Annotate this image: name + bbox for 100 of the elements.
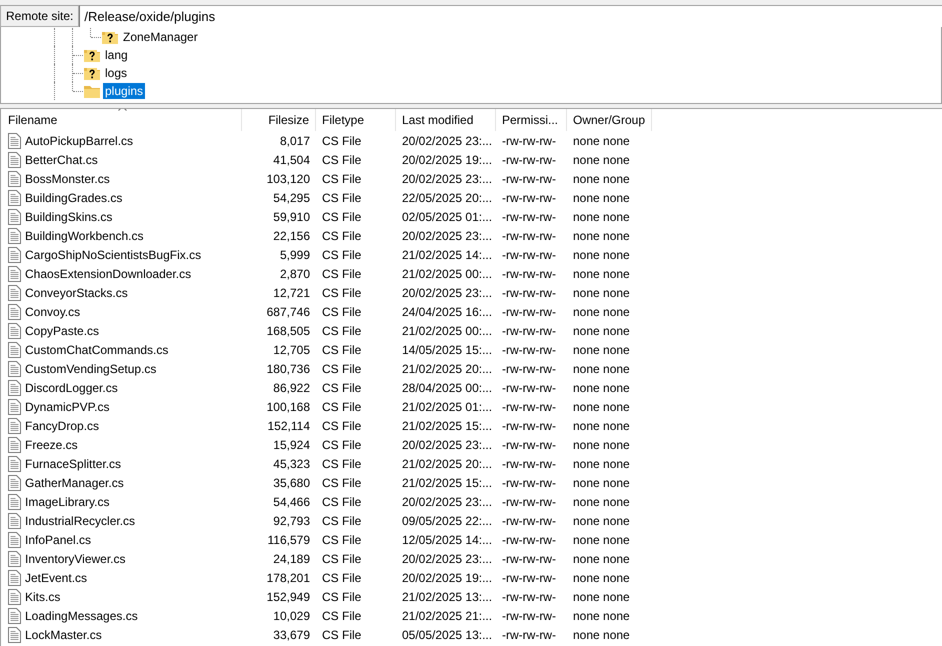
table-cell-text: -rw-rw-rw-	[501, 400, 557, 414]
file-name[interactable]: ChaosExtensionDownloader.cs	[25, 266, 192, 280]
file-name[interactable]: InventoryViewer.cs	[25, 552, 126, 566]
file-icon	[8, 304, 21, 320]
file-icon	[8, 208, 21, 224]
table-cell-text: 20/02/2025 23:...	[401, 228, 494, 242]
table-cell-text: none none	[572, 172, 631, 186]
table-cell-text: none none	[572, 210, 631, 224]
table-cell-text: -rw-rw-rw-	[501, 172, 557, 186]
file-icon	[8, 456, 21, 472]
table-cell-text: 15,924	[272, 438, 311, 452]
table-cell-text: CS File	[321, 570, 362, 584]
table-cell-text: CS File	[321, 456, 362, 470]
file-name[interactable]: CopyPaste.cs	[25, 324, 100, 338]
table-cell-text: 21/02/2025 14:...	[401, 248, 494, 262]
table-cell-text: -rw-rw-rw-	[501, 190, 557, 204]
table-cell-text: none none	[572, 438, 631, 452]
file-icon	[8, 570, 21, 586]
file-icon	[8, 380, 21, 396]
file-name[interactable]: BuildingGrades.cs	[25, 190, 122, 204]
table-cell-text: 22,156	[272, 228, 311, 242]
file-name[interactable]: ImageLibrary.cs	[25, 494, 110, 508]
table-cell-text: -rw-rw-rw-	[501, 286, 557, 300]
table-cell-text: -rw-rw-rw-	[501, 552, 557, 566]
file-name[interactable]: Freeze.cs	[25, 438, 78, 452]
table-cell-text: 687,746	[266, 304, 311, 318]
table-cell-text: -rw-rw-rw-	[501, 324, 557, 338]
file-icon	[8, 494, 21, 510]
table-cell-text: CS File	[321, 342, 362, 356]
table-cell-text: 21/02/2025 15:...	[401, 418, 494, 432]
table-cell-text: -rw-rw-rw-	[501, 266, 557, 280]
tree-item[interactable]: logs	[103, 65, 130, 81]
file-name[interactable]: FurnaceSplitter.cs	[25, 456, 122, 470]
table-cell-text: -rw-rw-rw-	[501, 418, 557, 432]
tree-item[interactable]: ZoneManager	[121, 29, 200, 45]
table-cell-text: 54,295	[272, 190, 311, 204]
table-cell-text: CS File	[321, 304, 362, 318]
table-cell-text: none none	[572, 152, 631, 166]
file-name[interactable]: GatherManager.cs	[25, 476, 124, 490]
file-name[interactable]: CustomVendingSetup.cs	[25, 362, 156, 376]
file-icon	[8, 550, 21, 566]
column-header[interactable]: Filesize	[242, 109, 316, 131]
tree-item[interactable]: lang	[103, 47, 130, 63]
table-cell-text: CS File	[321, 438, 362, 452]
remote-site-field[interactable]: /Release/oxide/plugins	[79, 5, 942, 27]
file-icon	[8, 266, 21, 282]
table-cell-text: 12,721	[272, 286, 311, 300]
table-cell-text: CS File	[321, 494, 362, 508]
table-cell-text: -rw-rw-rw-	[501, 628, 557, 642]
table-cell-text: -rw-rw-rw-	[501, 476, 557, 490]
file-icon	[8, 398, 21, 414]
file-name[interactable]: DiscordLogger.cs	[25, 380, 118, 394]
file-icon	[8, 246, 21, 262]
file-name[interactable]: JetEvent.cs	[25, 570, 88, 584]
file-name[interactable]: AutoPickupBarrel.cs	[25, 134, 134, 148]
column-header[interactable]: Permissi...	[496, 109, 567, 131]
table-cell-text: none none	[572, 532, 631, 546]
table-cell-text: 5,999	[278, 248, 311, 262]
table-cell-text: none none	[572, 190, 631, 204]
table-cell-text: 86,922	[272, 380, 311, 394]
column-header[interactable]: Filetype	[316, 109, 396, 131]
table-cell-text: none none	[572, 304, 631, 318]
table-cell-text: 2,870	[278, 266, 311, 280]
table-cell-text: -rw-rw-rw-	[501, 438, 557, 452]
table-cell-text: CS File	[321, 628, 362, 642]
table-cell-text: 103,120	[266, 172, 311, 186]
file-name[interactable]: BetterChat.cs	[25, 152, 98, 166]
column-header[interactable]: Filename	[2, 109, 242, 131]
table-cell-text: none none	[572, 514, 631, 528]
table-cell-text: 20/02/2025 23:...	[401, 438, 494, 452]
table-cell-text: CS File	[321, 266, 362, 280]
table-cell-text: CS File	[321, 152, 362, 166]
file-name[interactable]: CargoShipNoScientistsBugFix.cs	[25, 248, 202, 262]
table-cell-text: 8,017	[278, 134, 311, 148]
file-name[interactable]: BuildingWorkbench.cs	[25, 228, 144, 242]
file-name[interactable]: InfoPanel.cs	[25, 532, 92, 546]
file-name[interactable]: Convoy.cs	[25, 304, 80, 318]
file-name[interactable]: BossMonster.cs	[25, 172, 110, 186]
table-cell-text: CS File	[321, 362, 362, 376]
file-name[interactable]: CustomChatCommands.cs	[25, 342, 168, 356]
table-cell-text: 20/02/2025 23:...	[401, 172, 494, 186]
table-cell-text: CS File	[321, 400, 362, 414]
table-cell-text: none none	[572, 608, 631, 622]
table-cell-text: CS File	[321, 286, 362, 300]
file-name[interactable]: IndustrialRecycler.cs	[25, 514, 136, 528]
tree-item[interactable]: plugins	[103, 83, 146, 99]
file-name[interactable]: FancyDrop.cs	[25, 418, 100, 432]
file-name[interactable]: DynamicPVP.cs	[25, 400, 110, 414]
column-header[interactable]: Last modified	[396, 109, 496, 131]
file-name[interactable]: ConveyorStacks.cs	[25, 286, 128, 300]
file-name[interactable]: Kits.cs	[25, 590, 60, 604]
table-cell-text: 35,680	[272, 476, 311, 490]
file-icon	[8, 342, 21, 358]
table-cell-text: none none	[572, 380, 631, 394]
file-name[interactable]: LockMaster.cs	[25, 628, 102, 642]
column-header[interactable]: Owner/Group	[567, 109, 652, 131]
file-name[interactable]: BuildingSkins.cs	[25, 210, 112, 224]
file-name[interactable]: LoadingMessages.cs	[25, 608, 138, 622]
unknown-folder-icon	[83, 65, 101, 81]
table-cell-text: none none	[572, 248, 631, 262]
